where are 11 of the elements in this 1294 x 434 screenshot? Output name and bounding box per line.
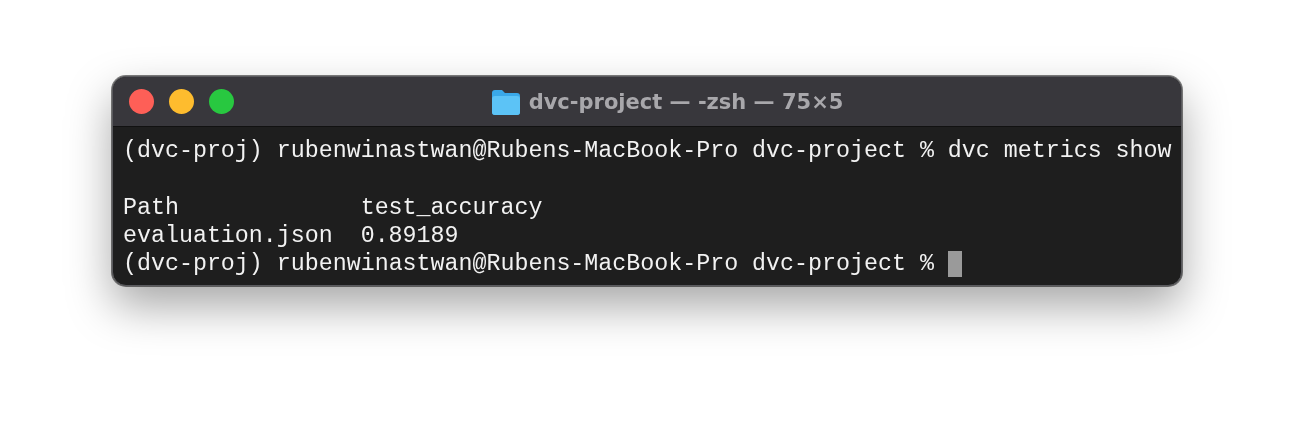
table-cell: 0.89189 <box>360 221 459 251</box>
terminal-line: (dvc-proj) rubenwinastwan@Rubens-MacBook-Pro dvc-project % dvc metrics show <box>123 137 1172 166</box>
column-header: Path <box>123 193 180 222</box>
folder-icon <box>490 88 521 115</box>
terminal-line: (dvc-proj) rubenwinastwan@Rubens-MacBook-Pro dvc-project % <box>123 250 934 279</box>
table-cell-text: evaluation.json <box>123 221 334 251</box>
minimize-button[interactable] <box>169 89 194 114</box>
zoom-button[interactable] <box>209 89 234 114</box>
close-button[interactable] <box>129 89 154 114</box>
column-header: test_accuracy <box>360 193 543 222</box>
window-title: dvc-project — -zsh — 75×5 <box>528 89 844 114</box>
